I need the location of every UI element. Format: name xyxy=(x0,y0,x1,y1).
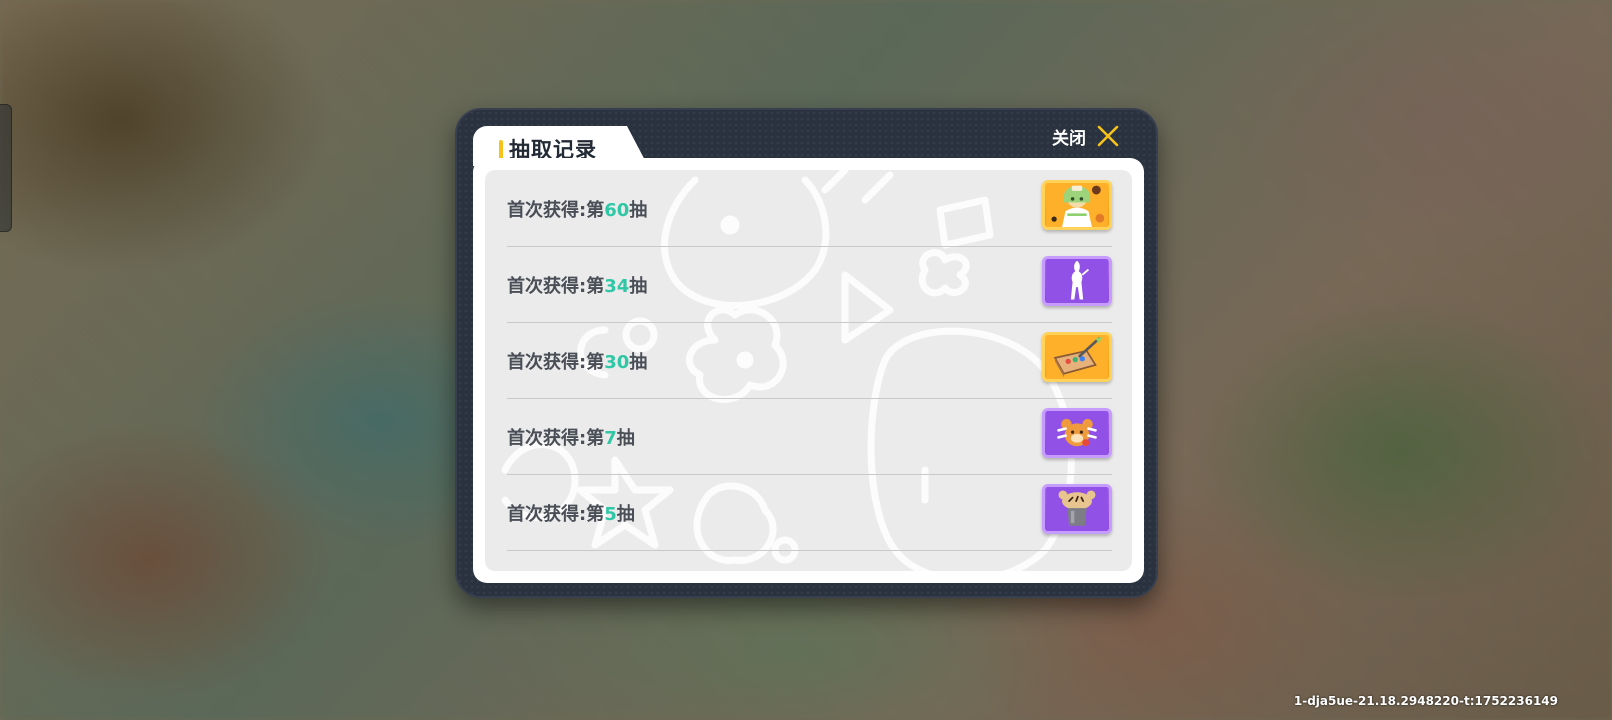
bear-cup-icon[interactable] xyxy=(1042,484,1112,534)
record-text: 首次获得:第30抽 xyxy=(507,352,648,373)
close-label: 关闭 xyxy=(1052,128,1086,149)
draw-count: 60 xyxy=(604,200,630,221)
record-row: 首次获得:第60抽 xyxy=(507,170,1112,247)
build-version-label: 1-dja5ue-21.18.2948220-t:1752236149 xyxy=(1293,694,1558,708)
record-text: 首次获得:第60抽 xyxy=(507,200,648,221)
close-icon xyxy=(1097,125,1119,147)
draw-count: 5 xyxy=(604,504,617,525)
draw-count: 34 xyxy=(604,276,630,297)
record-text: 首次获得:第34抽 xyxy=(507,276,648,297)
record-row: 首次获得:第34抽 xyxy=(507,246,1112,323)
record-text: 首次获得:第5抽 xyxy=(507,504,635,525)
character-silhouette-icon[interactable] xyxy=(1042,256,1112,306)
record-list[interactable]: 首次获得:第60抽 首次获得:第34抽 首次获得:第30抽 首次获得:第7抽 首… xyxy=(485,170,1132,571)
title-accent-bar xyxy=(499,140,503,160)
paint-box-icon[interactable] xyxy=(1042,332,1112,382)
record-row: 首次获得:第5抽 xyxy=(507,474,1112,551)
character-portrait-icon[interactable] xyxy=(1042,180,1112,230)
draw-count: 7 xyxy=(604,428,617,449)
record-panel: 首次获得:第60抽 首次获得:第34抽 首次获得:第30抽 首次获得:第7抽 首… xyxy=(473,158,1144,583)
close-button[interactable]: 关闭 xyxy=(1052,122,1120,150)
draw-count: 30 xyxy=(604,352,630,373)
record-row: 首次获得:第7抽 xyxy=(507,398,1112,475)
draw-record-dialog: 抽取记录 关闭 首次获得:第60抽 首次获得:第34抽 首次获得:第30抽 首次… xyxy=(455,108,1158,598)
bear-emote-icon[interactable] xyxy=(1042,408,1112,458)
side-drawer-handle[interactable] xyxy=(0,104,12,232)
record-text: 首次获得:第7抽 xyxy=(507,428,635,449)
record-row: 首次获得:第30抽 xyxy=(507,322,1112,399)
